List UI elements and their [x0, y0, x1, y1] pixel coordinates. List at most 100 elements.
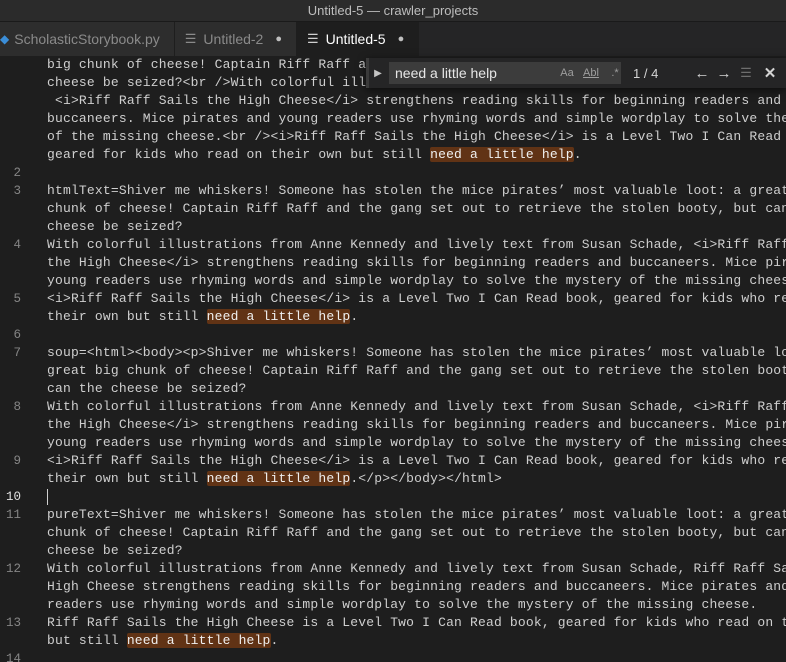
line-text: With colorful illustrations from Anne Ke… [47, 236, 786, 254]
editor-line[interactable]: chunk of cheese! Captain Riff Raff and t… [0, 200, 786, 218]
line-text: but still need a little help. [47, 632, 786, 650]
find-options: Aa Abl .* [555, 62, 627, 84]
editor-line[interactable]: 14 [0, 650, 786, 662]
line-text: pureText=Shiver me whiskers! Someone has… [47, 506, 786, 524]
code-text: pureText=Shiver me whiskers! Someone has… [47, 507, 786, 522]
code-text: htmlText=Shiver me whiskers! Someone has… [47, 183, 786, 198]
editor-line[interactable]: 5 <i>Riff Raff Sails the High Cheese</i> … [0, 290, 786, 308]
line-number: 8 [13, 400, 21, 414]
line-text: great big chunk of cheese! Captain Riff … [47, 362, 786, 380]
code-text: .</p></body></html> [350, 471, 502, 486]
editor-line[interactable]: but still need a little help. [0, 632, 786, 650]
editor-line[interactable]: 11 pureText=Shiver me whiskers! Someone h… [0, 506, 786, 524]
regex-icon[interactable]: .* [603, 62, 627, 84]
tab-untitled-5[interactable]: ☰ Untitled-5 ● [297, 22, 420, 56]
editor-line[interactable]: 12 With colorful illustrations from Anne … [0, 560, 786, 578]
file-lines-icon: ☰ [307, 31, 319, 46]
line-number: 2 [13, 166, 21, 180]
tab-bar: ◆ ScholasticStorybook.py ☰ Untitled-2 ● … [0, 22, 786, 56]
find-widget: ▶ Aa Abl .* 1 / 4 ← → ☰ ✕ [366, 58, 786, 88]
code-text: High Cheese strengthens reading skills f… [47, 579, 786, 594]
line-number: 6 [13, 328, 21, 342]
editor-line[interactable]: 8 With colorful illustrations from Anne K… [0, 398, 786, 416]
code-text: chunk of cheese! Captain Riff Raff and t… [47, 525, 786, 540]
unsaved-dot-icon[interactable]: ● [398, 33, 405, 45]
find-in-selection-icon[interactable]: ☰ [735, 62, 757, 84]
line-text: <i>Riff Raff Sails the High Cheese</i> i… [47, 452, 786, 470]
code-text: the High Cheese</i> strengthens reading … [47, 417, 786, 432]
code-text: . [350, 309, 359, 324]
editor-line[interactable]: 9 <i>Riff Raff Sails the High Cheese</i> … [0, 452, 786, 470]
editor-line[interactable]: readers use rhyming words and simple wor… [0, 596, 786, 614]
editor-line[interactable]: <i>Riff Raff Sails the High Cheese</i> s… [0, 92, 786, 110]
line-text: soup=<html><body><p>Shiver me whiskers! … [47, 344, 786, 362]
editor-line[interactable]: 6 [0, 326, 786, 344]
editor-line[interactable]: cheese be seized? [0, 218, 786, 236]
window-title: Untitled-5 — crawler_projects [0, 0, 786, 22]
code-text: <i>Riff Raff Sails the High Cheese</i> s… [47, 93, 782, 108]
code-text: chunk of cheese! Captain Riff Raff and t… [47, 201, 786, 216]
editor-line[interactable]: can the cheese be seized? [0, 380, 786, 398]
editor-line[interactable]: the High Cheese</i> strengthens reading … [0, 254, 786, 272]
code-text: readers use rhyming words and simple wor… [47, 597, 758, 612]
line-text: young readers use rhyming words and simp… [47, 434, 786, 452]
code-text: cheese be seized? [47, 219, 183, 234]
editor-line[interactable]: 7 soup=<html><body><p>Shiver me whiskers!… [0, 344, 786, 362]
tab-scholasticstorybook[interactable]: ◆ ScholasticStorybook.py [0, 22, 175, 56]
code-text: Riff Raff Sails the High Cheese is a Lev… [47, 615, 786, 630]
tab-untitled-2[interactable]: ☰ Untitled-2 ● [174, 22, 297, 56]
line-text: of the missing cheese.<br /><i>Riff Raff… [47, 128, 786, 146]
code-text: the High Cheese</i> strengthens reading … [47, 255, 786, 270]
editor-line[interactable]: 10 [0, 488, 786, 506]
search-match-highlight: need a little help [430, 147, 574, 162]
line-text: readers use rhyming words and simple wor… [47, 596, 786, 614]
editor-line[interactable]: great big chunk of cheese! Captain Riff … [0, 362, 786, 380]
code-text: <i>Riff Raff Sails the High Cheese</i> i… [47, 453, 786, 468]
editor-line[interactable]: 4 With colorful illustrations from Anne K… [0, 236, 786, 254]
editor-line[interactable]: the High Cheese</i> strengthens reading … [0, 416, 786, 434]
line-number: 12 [5, 562, 21, 576]
code-text: their own but still [47, 309, 207, 324]
search-match-highlight: need a little help [206, 309, 351, 324]
line-text: chunk of cheese! Captain Riff Raff and t… [47, 200, 786, 218]
toggle-replace-chevron-icon[interactable]: ▶ [371, 68, 385, 79]
match-case-icon[interactable]: Aa [555, 62, 579, 84]
python-icon: ◆ [0, 32, 10, 46]
line-text: cheese be seized? [47, 218, 786, 236]
editor-line[interactable]: 13 Riff Raff Sails the High Cheese is a L… [0, 614, 786, 632]
code-text: big chunk of cheese! Captain Riff Raff a… [47, 57, 399, 72]
editor-line[interactable]: chunk of cheese! Captain Riff Raff and t… [0, 524, 786, 542]
line-number: 7 [13, 346, 21, 360]
editor-line[interactable]: of the missing cheese.<br /><i>Riff Raff… [0, 128, 786, 146]
code-text: great big chunk of cheese! Captain Riff … [47, 363, 786, 378]
editor-line[interactable]: their own but still need a little help. [0, 308, 786, 326]
editor-line[interactable]: cheese be seized? [0, 542, 786, 560]
line-number: 11 [5, 508, 21, 522]
code-text: buccaneers. Mice pirates and young reade… [47, 111, 786, 126]
whole-word-icon[interactable]: Abl [579, 62, 603, 84]
editor-line[interactable]: 3 htmlText=Shiver me whiskers! Someone ha… [0, 182, 786, 200]
line-number: 4 [13, 238, 21, 252]
editor-area[interactable]: big chunk of cheese! Captain Riff Raff a… [0, 56, 786, 662]
editor-line[interactable]: 2 [0, 164, 786, 182]
editor-lines: big chunk of cheese! Captain Riff Raff a… [0, 56, 786, 662]
editor-line[interactable]: young readers use rhyming words and simp… [0, 434, 786, 452]
code-text: With colorful illustrations from Anne Ke… [47, 399, 786, 414]
previous-match-arrow-icon[interactable]: ← [691, 62, 713, 84]
editor-line[interactable]: young readers use rhyming words and simp… [0, 272, 786, 290]
search-match-highlight: need a little help [206, 471, 351, 486]
code-text: soup=<html><body><p>Shiver me whiskers! … [47, 345, 786, 360]
editor-line[interactable]: buccaneers. Mice pirates and young reade… [0, 110, 786, 128]
line-text: young readers use rhyming words and simp… [47, 272, 786, 290]
editor-line[interactable]: High Cheese strengthens reading skills f… [0, 578, 786, 596]
line-text: htmlText=Shiver me whiskers! Someone has… [47, 182, 786, 200]
unsaved-dot-icon[interactable]: ● [275, 33, 282, 45]
tab-label: Untitled-2 [203, 31, 264, 47]
code-text: <i>Riff Raff Sails the High Cheese</i> i… [47, 291, 786, 306]
editor-line[interactable]: their own but still need a little help.<… [0, 470, 786, 488]
code-text: . [270, 633, 279, 648]
close-icon[interactable]: ✕ [759, 62, 781, 84]
next-match-arrow-icon[interactable]: → [713, 62, 735, 84]
editor-line[interactable]: geared for kids who read on their own bu… [0, 146, 786, 164]
code-text: . [573, 147, 582, 162]
